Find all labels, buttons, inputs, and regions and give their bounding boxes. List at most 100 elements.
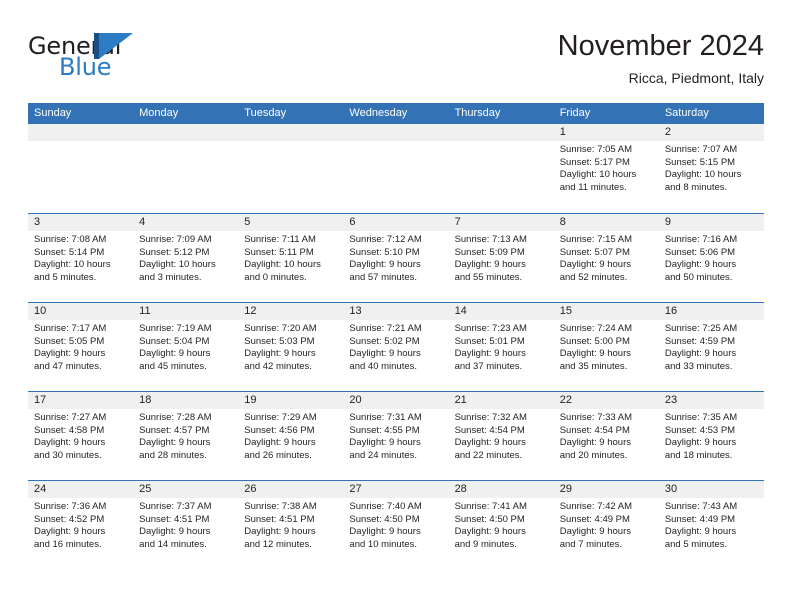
day-cell[interactable]: 22 Sunrise: 7:33 AM Sunset: 4:54 PM Dayl… [553,392,659,480]
sunset-text: Sunset: 4:58 PM [34,424,105,436]
sunset-text: Sunset: 4:54 PM [454,424,525,436]
sunrise-text: Sunrise: 7:38 AM [244,501,317,512]
sunset-text: Sunset: 5:01 PM [454,335,525,347]
sunset-text: Sunset: 4:54 PM [559,424,630,436]
sunrise-text: Sunrise: 7:23 AM [454,323,527,334]
day-cell[interactable] [133,124,239,213]
day-details: Sunrise: 7:09 AM Sunset: 5:12 PM Dayligh… [133,231,238,284]
day-cell[interactable]: 9 Sunrise: 7:16 AM Sunset: 5:06 PM Dayli… [658,214,764,302]
sunset-text: Sunset: 4:52 PM [34,513,105,525]
day-cell[interactable]: 28 Sunrise: 7:41 AM Sunset: 4:50 PM Dayl… [448,481,554,569]
sunset-text: Sunset: 4:51 PM [139,513,210,525]
title-block: November 2024 Ricca, Piedmont, Italy [558,28,764,88]
day-cell[interactable]: 20 Sunrise: 7:31 AM Sunset: 4:55 PM Dayl… [343,392,449,480]
daylight-text-line2: and 55 minutes. [454,271,523,283]
daylight-text-line1: Daylight: 9 hours [454,348,526,360]
day-cell[interactable]: 17 Sunrise: 7:27 AM Sunset: 4:58 PM Dayl… [28,392,134,480]
day-cell[interactable]: 21 Sunrise: 7:32 AM Sunset: 4:54 PM Dayl… [448,392,554,480]
sunset-text: Sunset: 4:56 PM [244,424,315,436]
day-number: 27 [343,481,449,498]
daylight-text-line1: Daylight: 9 hours [139,348,211,360]
sunrise-text: Sunrise: 7:43 AM [664,501,738,512]
calendar-week-row: 17 Sunrise: 7:27 AM Sunset: 4:58 PM Dayl… [28,391,764,480]
daylight-text-line2: and 42 minutes. [244,360,312,372]
daylight-text-line2: and 57 minutes. [349,271,418,283]
day-cell[interactable] [343,124,449,213]
day-cell[interactable]: 18 Sunrise: 7:28 AM Sunset: 4:57 PM Dayl… [133,392,239,480]
weekday-header-row: Sunday Monday Tuesday Wednesday Thursday… [28,103,764,124]
sunrise-text: Sunrise: 7:20 AM [244,323,317,334]
day-cell[interactable] [448,124,554,213]
sunset-text: Sunset: 4:53 PM [664,424,736,436]
day-number: 7 [448,214,554,231]
day-cell[interactable]: 12 Sunrise: 7:20 AM Sunset: 5:03 PM Dayl… [238,303,344,391]
sunrise-text: Sunrise: 7:40 AM [349,501,422,512]
page-title: November 2024 [557,30,764,62]
sunset-text: Sunset: 5:12 PM [139,246,210,258]
day-details: Sunrise: 7:07 AM Sunset: 5:15 PM Dayligh… [659,141,764,194]
daylight-text-line2: and 0 minutes. [244,271,307,283]
daylight-text-line1: Daylight: 9 hours [34,526,106,538]
day-details: Sunrise: 7:25 AM Sunset: 4:59 PM Dayligh… [659,320,764,373]
sunrise-text: Sunrise: 7:11 AM [244,234,316,245]
day-cell[interactable]: 3 Sunrise: 7:08 AM Sunset: 5:14 PM Dayli… [28,214,134,302]
day-cell[interactable]: 11 Sunrise: 7:19 AM Sunset: 5:04 PM Dayl… [133,303,239,391]
day-cell[interactable]: 26 Sunrise: 7:38 AM Sunset: 4:51 PM Dayl… [238,481,344,569]
sunset-text: Sunset: 5:17 PM [559,156,630,168]
day-number: 19 [238,392,344,409]
day-details: Sunrise: 7:37 AM Sunset: 4:51 PM Dayligh… [133,498,238,551]
sunrise-text: Sunrise: 7:08 AM [34,234,107,245]
sunset-text: Sunset: 5:07 PM [559,246,630,258]
sunrise-text: Sunrise: 7:42 AM [559,501,633,512]
day-cell[interactable]: 5 Sunrise: 7:11 AM Sunset: 5:11 PM Dayli… [238,214,344,302]
day-number: 2 [658,124,764,141]
daylight-text-line2: and 8 minutes. [664,181,728,193]
day-cell[interactable]: 15 Sunrise: 7:24 AM Sunset: 5:00 PM Dayl… [553,303,659,391]
day-cell[interactable]: 14 Sunrise: 7:23 AM Sunset: 5:01 PM Dayl… [448,303,554,391]
day-number: 26 [238,481,344,498]
daylight-text-line2: and 35 minutes. [559,360,628,372]
daylight-text-line1: Daylight: 9 hours [349,259,421,271]
sunrise-text: Sunrise: 7:19 AM [139,323,212,334]
day-cell[interactable]: 6 Sunrise: 7:12 AM Sunset: 5:10 PM Dayli… [343,214,449,302]
day-number: 11 [133,303,239,320]
sunrise-text: Sunrise: 7:17 AM [34,323,107,334]
day-details: Sunrise: 7:41 AM Sunset: 4:50 PM Dayligh… [449,498,554,551]
day-details: Sunrise: 7:19 AM Sunset: 5:04 PM Dayligh… [133,320,238,373]
day-cell[interactable] [238,124,344,213]
day-cell[interactable]: 19 Sunrise: 7:29 AM Sunset: 4:56 PM Dayl… [238,392,344,480]
sunrise-text: Sunrise: 7:09 AM [139,234,212,245]
day-cell[interactable]: 2 Sunrise: 7:07 AM Sunset: 5:15 PM Dayli… [658,124,764,213]
day-cell[interactable]: 23 Sunrise: 7:35 AM Sunset: 4:53 PM Dayl… [658,392,764,480]
daylight-text-line2: and 22 minutes. [454,449,523,461]
daylight-text-line1: Daylight: 9 hours [664,348,737,360]
daylight-text-line1: Daylight: 9 hours [139,526,211,538]
day-cell[interactable]: 27 Sunrise: 7:40 AM Sunset: 4:50 PM Dayl… [343,481,449,569]
day-cell[interactable]: 1 Sunrise: 7:05 AM Sunset: 5:17 PM Dayli… [553,124,659,213]
daylight-text-line1: Daylight: 9 hours [559,259,631,271]
day-cell[interactable]: 8 Sunrise: 7:15 AM Sunset: 5:07 PM Dayli… [553,214,659,302]
weekday-header-sunday: Sunday [34,107,72,119]
day-number: 21 [448,392,554,409]
day-cell[interactable]: 10 Sunrise: 7:17 AM Sunset: 5:05 PM Dayl… [28,303,134,391]
day-cell[interactable]: 4 Sunrise: 7:09 AM Sunset: 5:12 PM Dayli… [133,214,239,302]
day-cell[interactable]: 16 Sunrise: 7:25 AM Sunset: 4:59 PM Dayl… [658,303,764,391]
day-cell[interactable]: 7 Sunrise: 7:13 AM Sunset: 5:09 PM Dayli… [448,214,554,302]
day-cell[interactable]: 25 Sunrise: 7:37 AM Sunset: 4:51 PM Dayl… [133,481,239,569]
day-details: Sunrise: 7:12 AM Sunset: 5:10 PM Dayligh… [343,231,448,284]
day-cell[interactable]: 24 Sunrise: 7:36 AM Sunset: 4:52 PM Dayl… [28,481,134,569]
daylight-text-line2: and 3 minutes. [139,271,202,283]
brand-logo[interactable]: General Blue [28,32,158,86]
daylight-text-line2: and 7 minutes. [559,538,623,550]
daylight-text-line1: Daylight: 9 hours [349,348,421,360]
daylight-text-line2: and 12 minutes. [244,538,312,550]
day-details [133,141,238,144]
day-cell[interactable]: 29 Sunrise: 7:42 AM Sunset: 4:49 PM Dayl… [553,481,659,569]
calendar-week-row: 10 Sunrise: 7:17 AM Sunset: 5:05 PM Dayl… [28,302,764,391]
day-cell[interactable]: 13 Sunrise: 7:21 AM Sunset: 5:02 PM Dayl… [343,303,449,391]
sunrise-text: Sunrise: 7:32 AM [454,412,527,423]
day-number: 3 [28,214,134,231]
day-cell[interactable]: 30 Sunrise: 7:43 AM Sunset: 4:49 PM Dayl… [658,481,764,569]
day-cell[interactable] [28,124,134,213]
sunset-text: Sunset: 5:06 PM [664,246,736,258]
